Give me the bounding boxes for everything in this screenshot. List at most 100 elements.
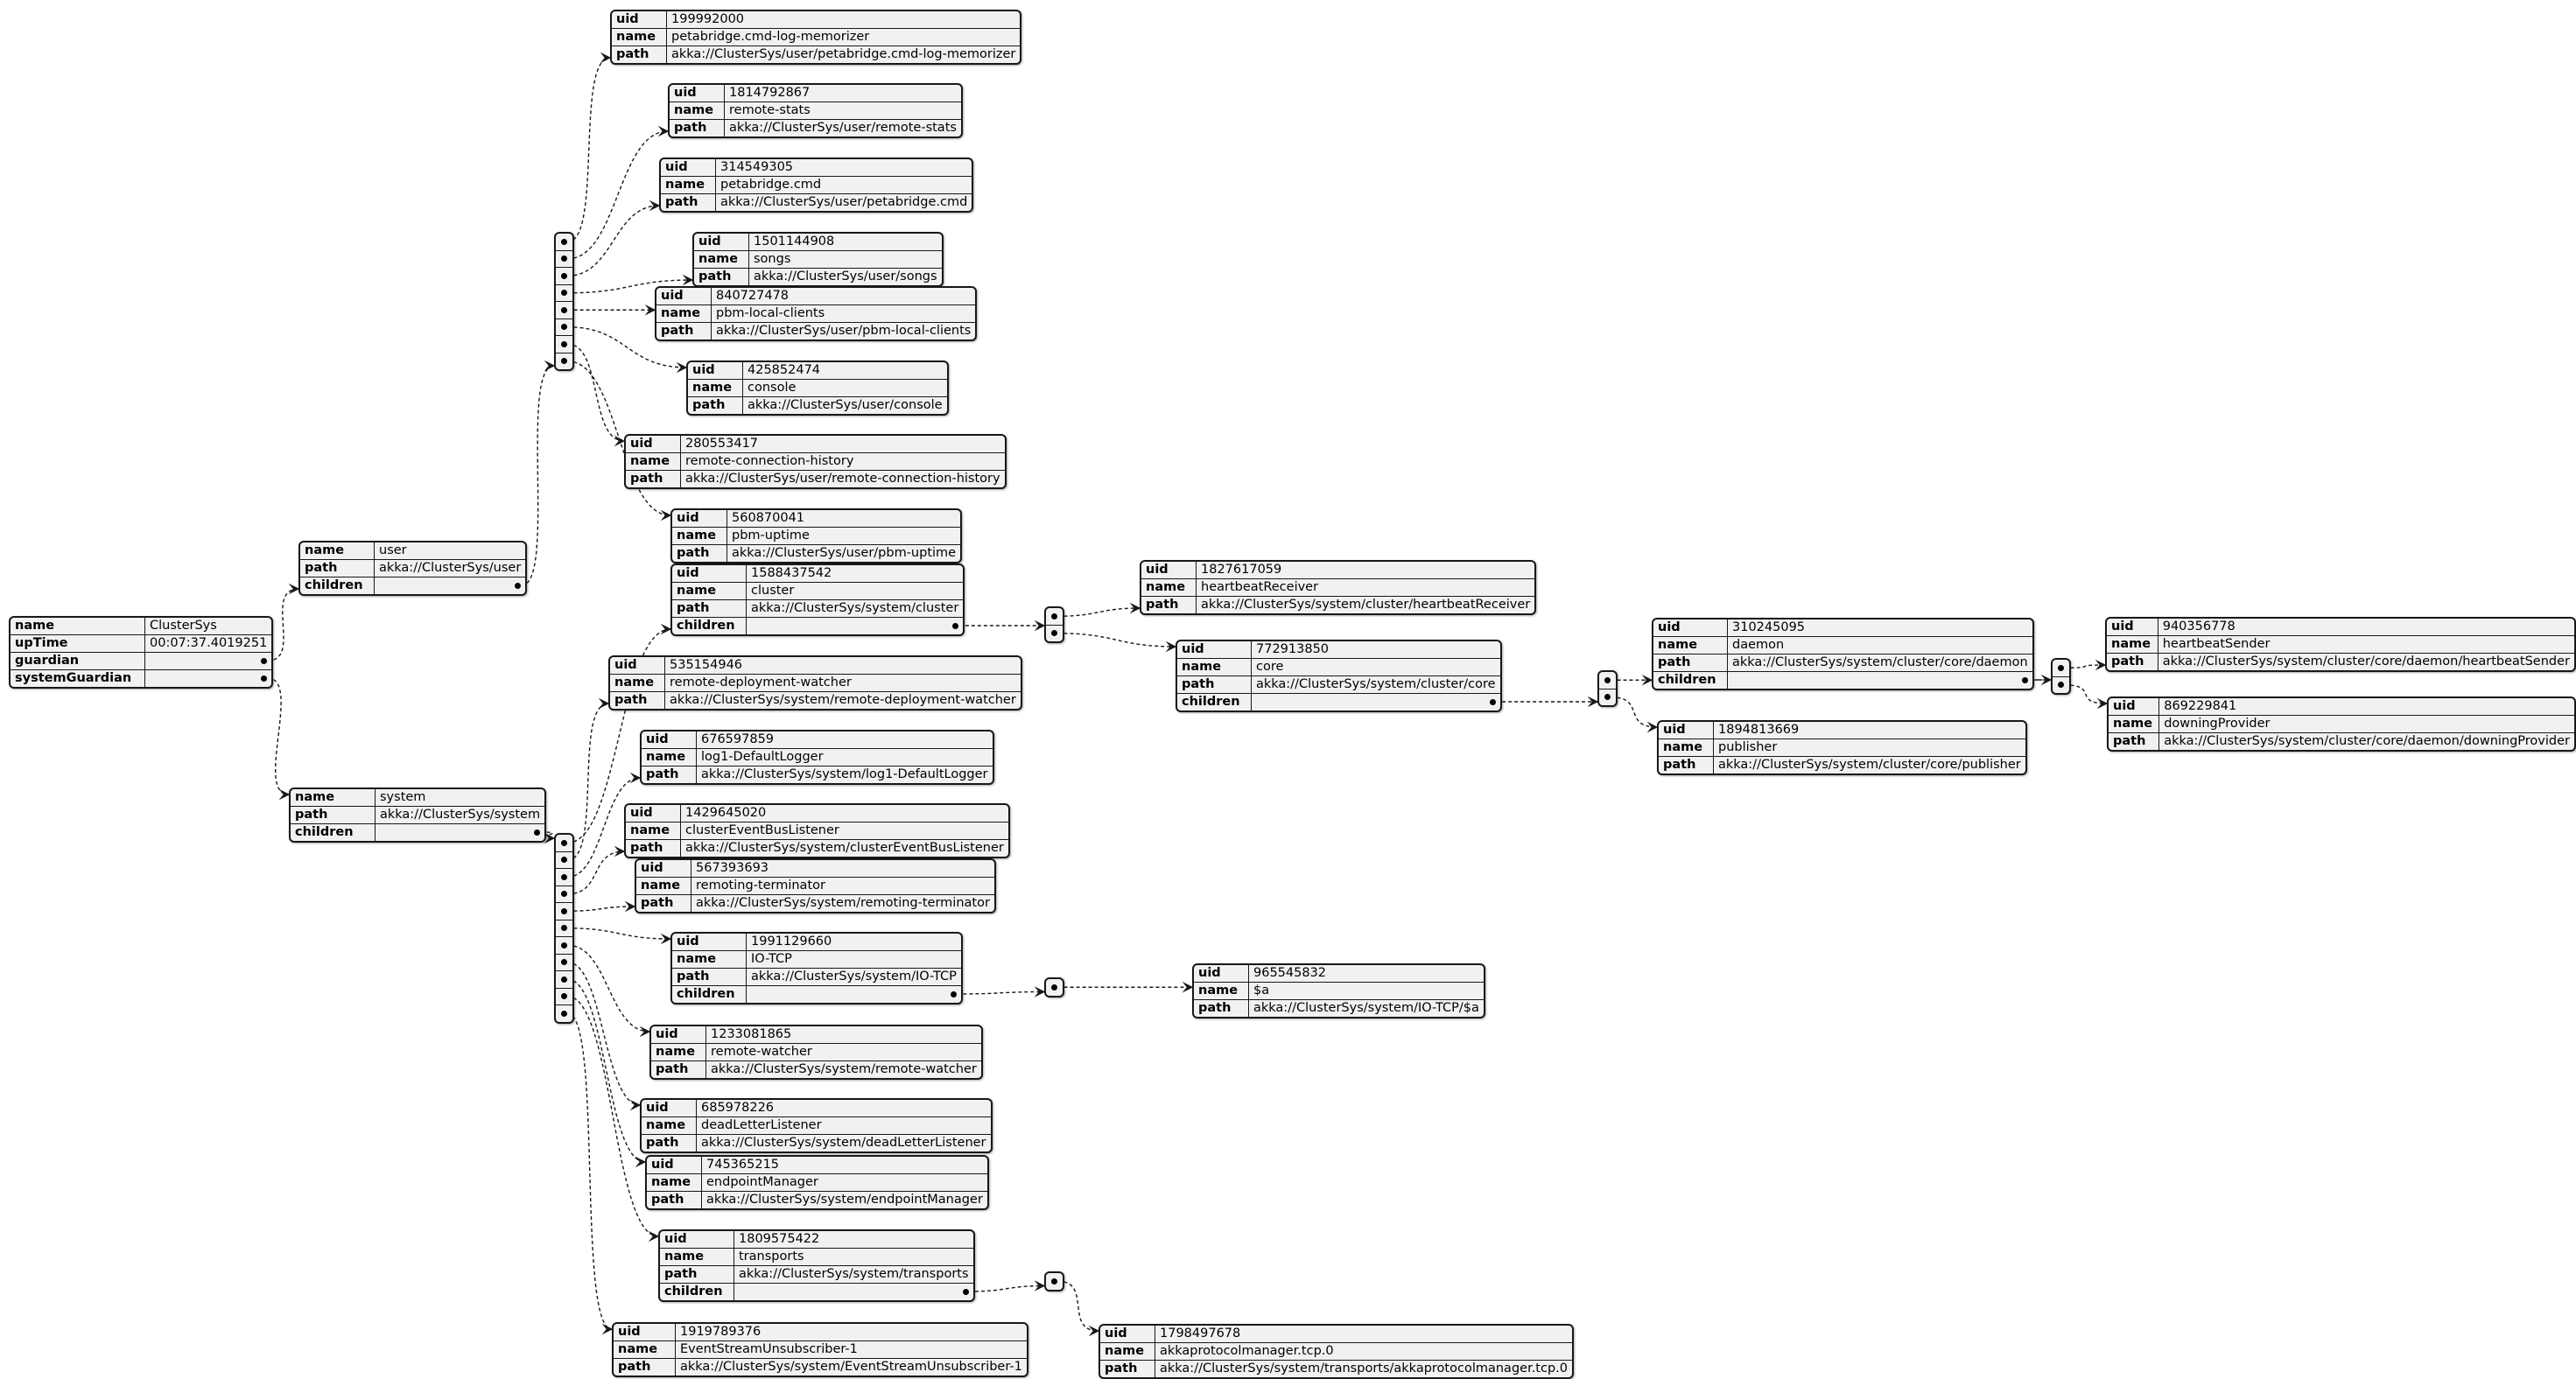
field-row-path: path akka://ClusterSys/system/deadLetterL… [642, 1134, 991, 1152]
array-item[interactable] [556, 284, 572, 302]
array-item[interactable] [1046, 979, 1063, 996]
connector-arrow [567, 200, 661, 276]
field-row-uptime: upTime 00:07:37.4019251 [11, 634, 272, 653]
array-item[interactable] [556, 835, 572, 851]
field-key: path [2109, 732, 2160, 750]
object-node-pbm-local-clients: uid 840727478 name pbm-local-clients path akk… [655, 286, 978, 341]
field-row-uid: uid 685978226 [642, 1100, 991, 1117]
field-row-uid: uid 1233081865 [651, 1026, 981, 1044]
field-key: uid [651, 1026, 706, 1044]
field-key: name [1177, 658, 1252, 676]
field-row-uid: uid 199992000 [612, 11, 1021, 29]
field-value: 840727478 [711, 288, 976, 305]
field-value: 772913850 [1250, 641, 1500, 659]
array-item[interactable] [556, 301, 572, 318]
field-value: remote-watcher [705, 1043, 981, 1061]
connector-arrow [567, 52, 612, 242]
object-node-system: name system path akka://ClusterSys/system ch… [289, 788, 547, 843]
reference-pointer[interactable] [374, 577, 526, 594]
reference-pointer[interactable] [375, 823, 545, 841]
reference-pointer[interactable] [144, 652, 272, 670]
reference-pointer[interactable] [144, 669, 272, 687]
field-row-uid: uid 1827617059 [1141, 562, 1535, 579]
field-row-name: name remote-deployment-watcher [610, 674, 1021, 692]
field-value: 1798497678 [1155, 1326, 1573, 1343]
field-value: $a [1247, 982, 1484, 1000]
connector-arrow [957, 986, 1046, 998]
array-item[interactable] [2053, 676, 2069, 694]
pointer-dot-icon [561, 358, 567, 365]
array-item[interactable] [1599, 688, 1616, 706]
children-array [1044, 977, 1064, 998]
pointer-dot-icon [1604, 676, 1611, 683]
field-key: path [636, 894, 691, 912]
field-key: path [626, 839, 681, 857]
array-item[interactable] [556, 335, 572, 353]
array-item[interactable] [556, 919, 572, 937]
field-key: uid [612, 11, 667, 29]
field-key: name [656, 304, 712, 323]
object-node-eventstreamunsubscriber-1: uid 1919789376 name EventStreamUnsubscriber… [612, 1322, 1028, 1377]
array-item[interactable] [556, 249, 572, 268]
field-key: uid [660, 1231, 734, 1249]
connector-arrow [1057, 633, 1177, 653]
field-key: children [672, 617, 747, 634]
array-item[interactable] [556, 1004, 572, 1022]
field-value: core [1250, 658, 1500, 676]
pointer-dot-icon [2021, 676, 2028, 683]
field-key: uid [642, 732, 697, 749]
reference-pointer[interactable] [745, 985, 961, 1003]
field-row-uid: uid 772913850 [1177, 641, 1500, 659]
array-item[interactable] [556, 902, 572, 920]
field-value: 560870041 [726, 510, 961, 528]
pointer-dot-icon [561, 290, 567, 297]
object-node-remote-watcher: uid 1233081865 name remote-watcher path akka:… [649, 1025, 983, 1080]
field-row-path: path akka://ClusterSys/system/cluster/cor… [1177, 676, 1500, 694]
connector-arrow [1057, 1280, 1100, 1337]
field-key: path [614, 1358, 676, 1376]
field-value: 1429645020 [679, 805, 1008, 822]
array-item[interactable] [1046, 1273, 1063, 1290]
object-node-user: name user path akka://ClusterSys/user childr… [298, 541, 528, 596]
field-key: path [647, 1191, 702, 1208]
array-item[interactable] [556, 885, 572, 903]
array-item[interactable] [556, 267, 572, 284]
field-row-guardian: guardian [11, 652, 272, 670]
array-item[interactable] [1046, 608, 1063, 625]
field-row-uid: uid 1894813669 [1659, 722, 2025, 739]
reference-pointer[interactable] [1726, 671, 2032, 689]
array-item[interactable] [556, 987, 572, 1005]
field-row-name: name ClusterSys [11, 618, 272, 635]
reference-pointer[interactable] [1250, 693, 1500, 710]
reference-pointer[interactable] [746, 617, 964, 634]
pointer-dot-icon [1604, 694, 1611, 701]
array-item[interactable] [556, 352, 572, 370]
object-node-remote-connection-history: uid 280553417 name remote-connection-histor… [624, 434, 1007, 489]
field-value: clusterEventBusListener [679, 822, 1008, 840]
field-row-path: path akka://ClusterSys/system/transports [660, 1265, 973, 1284]
array-item[interactable] [556, 850, 572, 869]
field-value: akka://ClusterSys/system/cluster [746, 599, 964, 618]
array-item[interactable] [556, 234, 572, 250]
field-key: path [291, 806, 376, 824]
field-value: akka://ClusterSys/system/IO-TCP [745, 968, 961, 986]
array-item[interactable] [1046, 624, 1063, 642]
array-item[interactable] [556, 868, 572, 886]
array-item[interactable] [556, 953, 572, 971]
field-key: path [656, 322, 712, 340]
field-row-path: path akka://ClusterSys/system/IO-TCP/$a [1194, 999, 1484, 1017]
field-row-uid: uid 1588437542 [672, 565, 964, 583]
field-value: 685978226 [695, 1100, 991, 1117]
array-item[interactable] [556, 970, 572, 988]
field-row-name: name pbm-local-clients [656, 304, 976, 323]
array-item[interactable] [556, 318, 572, 336]
array-item[interactable] [1599, 672, 1616, 689]
reference-pointer[interactable] [733, 1283, 973, 1300]
field-key: path [1659, 756, 1714, 774]
field-key: path [610, 691, 665, 709]
children-array [1044, 1271, 1064, 1292]
field-key: uid [672, 565, 747, 583]
array-item[interactable] [556, 936, 572, 954]
field-value: remoting-terminator [690, 877, 994, 895]
array-item[interactable] [2053, 660, 2069, 676]
